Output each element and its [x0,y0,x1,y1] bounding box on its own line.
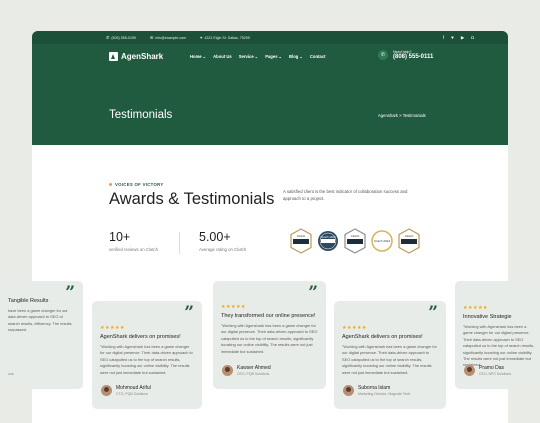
chevron-down-icon: ⌄ [278,54,283,59]
author-name: Kawser Ahmed [237,365,271,371]
testimonial-card[interactable]: ★★★★★ Innovative Strategie "Working with… [455,281,540,389]
section-eyebrow: VOICES OF VICTORY [109,182,164,187]
rating-stars: ★★★★★ [221,304,246,310]
quote-icon: ” [65,283,75,303]
instagram-icon[interactable]: ◘ [471,35,474,41]
nav-contact[interactable]: Contact [310,54,326,59]
chevron-down-icon: ⌄ [254,54,259,59]
badge-label: Clutch [351,234,360,238]
location-icon: ⌖ [200,35,203,40]
main-nav: AgenShark Home ⌄ About Us Service ⌄ Pages ⌄… [32,45,508,67]
hero-section: ✆ (505) 555-0199 ✉ info@example.com ⌖ 4321 … [32,31,508,145]
stat-label: Average rating on Clutch [199,247,247,252]
logo-icon [109,52,118,61]
page-title: Testimonials [109,109,173,121]
testimonial-author: ons [8,371,14,376]
quote-icon: ” [308,283,318,303]
chevron-down-icon: ⌄ [299,54,303,59]
facebook-icon[interactable]: f [443,35,444,41]
testimonial-card[interactable]: ” ★★★★★ They transformed our online pres… [213,281,326,389]
nav-home[interactable]: Home [190,54,202,59]
dot-icon [109,183,112,186]
youtube-icon[interactable]: ▶ [461,35,464,41]
testimonial-text: "Working with Agenshark has been a game … [342,344,437,375]
nav-menu: Home ⌄ About Us Service ⌄ Pages ⌄ Blog ⌄ Con… [190,54,325,59]
award-badge: Clutch [344,228,366,254]
phone-icon: ✆ [106,35,110,40]
divider [179,232,180,254]
award-badges: Clutch Clutch 1000 Clutch Clutch 2024 Cl… [290,228,420,254]
help-phone-number: (808) 555-0111 [393,54,434,60]
avatar [222,365,233,376]
stat-value: 5.00+ [199,230,231,244]
testimonial-author: Pramo Das CEO, NPS Solutions [464,365,511,376]
nav-about[interactable]: About Us [213,54,232,59]
mail-icon: ✉ [149,35,154,40]
avatar [343,385,354,396]
testimonial-author: Suborna Islam Marketing Director, Magnate… [343,385,410,396]
author-role: ons [8,372,14,376]
rating-stars: ★★★★★ [100,325,125,331]
testimonial-text: have been a game changer for our data-dr… [8,308,72,333]
badge-label: Clutch 2024 [374,239,390,243]
nav-service[interactable]: Service [239,54,254,59]
testimonial-text: "Working with Agenshark has been a game … [221,323,318,354]
section-heading: Awards & Testimonials [109,190,275,208]
stat-rating: 5.00+ Average rating on Clutch [199,230,246,252]
author-name: Pramo Das [479,365,505,371]
rating-stars: ★★★★★ [463,305,488,311]
topbar-phone[interactable]: ✆ (505) 555-0199 [106,35,136,40]
quote-icon: ” [184,303,194,323]
avatar [464,365,475,376]
author-name: Mohmoud Ariful [116,385,151,391]
avatar [101,385,112,396]
stat-reviews: 10+ verified reviews on Clutch [109,230,158,252]
quote-icon: ” [428,303,438,323]
badge-label: Clutch 1000 [321,235,336,239]
author-role: Marketing Director, Magnate Tech [358,392,411,396]
testimonial-title: AgenShark delivers on promises! [342,334,423,340]
testimonial-title: They transformed our online presence! [221,313,316,319]
stat-value: 10+ [109,230,131,244]
social-links: f ♥ ▶ ◘ [443,35,474,41]
author-name: Suborna Islam [358,385,391,391]
award-badge: Clutch 1000 [317,228,339,254]
section-description: A satisfied client is the best indicator… [283,189,408,201]
brand-name: AgenShark [121,52,164,61]
testimonial-text: "Working with Agenshark has been a game … [100,344,193,375]
brand-logo[interactable]: AgenShark [109,52,163,61]
testimonial-title: AgenShark delivers on promises! [100,334,181,340]
author-role: CEO, PQB Solutions [237,372,270,376]
testimonial-card[interactable]: ” ★★★★★ AgenShark delivers on promises! … [92,301,202,409]
testimonial-text: "Working with Agenshark has been a game … [463,324,535,367]
author-role: CTO, PQB Solutions [116,392,149,396]
top-bar: ✆ (505) 555-0199 ✉ info@example.com ⌖ 4321 … [32,31,508,44]
testimonial-card[interactable]: ” Tangible Results have been a game chan… [0,281,83,389]
testimonial-card[interactable]: ” ★★★★★ AgenShark delivers on promises! … [334,301,446,409]
badge-label: Clutch [297,234,306,238]
award-badge: Clutch 2024 [371,228,393,254]
help-phone[interactable]: ✆ Need help? (808) 555-0111 [378,50,433,60]
topbar-email[interactable]: ✉ info@example.com [150,35,186,40]
testimonial-author: Kawser Ahmed CEO, PQB Solutions [222,365,271,376]
twitter-icon[interactable]: ♥ [451,35,454,41]
author-role: CEO, NPS Solutions [479,372,512,376]
breadcrumb[interactable]: Agenshark > Testimonials [378,113,426,118]
nav-pages[interactable]: Pages [265,54,277,59]
badge-label: Clutch [405,234,414,238]
award-badge: Clutch [290,228,312,254]
award-badge: Clutch [398,228,420,254]
stat-label: verified reviews on Clutch [109,247,158,252]
testimonial-title: Innovative Strategie [463,314,512,320]
nav-blog[interactable]: Blog [289,54,298,59]
testimonial-author: Mohmoud Ariful CTO, PQB Solutions [101,385,151,396]
phone-icon: ✆ [378,50,388,60]
topbar-address: ⌖ 4321 Elgin St. Dallas, 75299 [200,35,250,40]
rating-stars: ★★★★★ [342,325,367,331]
chevron-down-icon: ⌄ [202,54,207,59]
